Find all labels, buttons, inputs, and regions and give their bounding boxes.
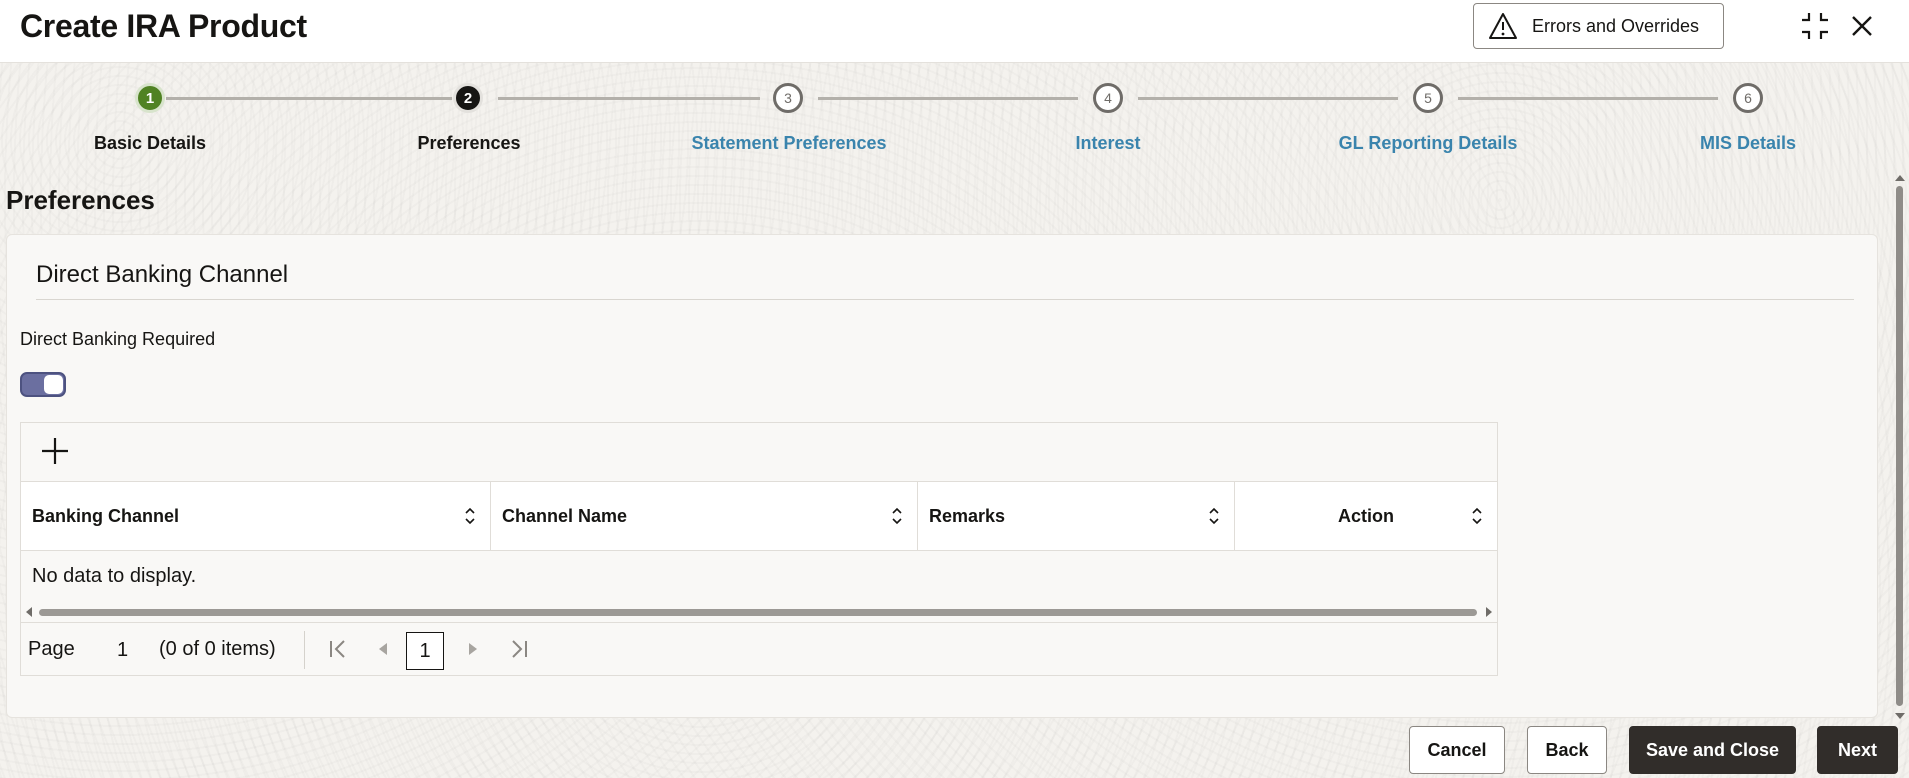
sort-icon <box>465 507 475 525</box>
add-row-button[interactable] <box>37 433 73 469</box>
train-connector <box>1458 97 1718 100</box>
column-header-label: Action <box>1338 505 1394 526</box>
column-header-remarks[interactable]: Remarks <box>918 482 1235 550</box>
items-count: (0 of 0 items) <box>159 638 276 660</box>
sort-icon <box>892 507 902 525</box>
page-label: Page <box>28 638 75 660</box>
current-page-button[interactable]: 1 <box>406 632 444 670</box>
column-header-banking-channel[interactable]: Banking Channel <box>21 482 491 550</box>
train-connector <box>1138 97 1398 100</box>
scroll-down-icon[interactable] <box>1895 712 1905 720</box>
sort-icon <box>1209 507 1219 525</box>
table-header: Banking Channel Channel Name Remarks Act… <box>21 481 1497 551</box>
column-header-channel-name[interactable]: Channel Name <box>491 482 918 550</box>
train-connector <box>166 97 452 100</box>
next-page-icon[interactable] <box>461 637 485 661</box>
toggle-knob <box>44 375 63 394</box>
next-button[interactable]: Next <box>1817 726 1898 774</box>
train-step-label-interest[interactable]: Interest <box>1075 133 1140 154</box>
errors-and-overrides-button[interactable]: Errors and Overrides <box>1473 3 1724 49</box>
warning-icon <box>1489 13 1517 39</box>
errors-button-label: Errors and Overrides <box>1532 15 1700 36</box>
cancel-button[interactable]: Cancel <box>1409 726 1505 774</box>
pager-divider <box>304 631 305 669</box>
close-icon[interactable] <box>1846 10 1878 42</box>
direct-banking-panel: Direct Banking Channel Direct Banking Re… <box>6 234 1878 718</box>
train-step-label-mis-details[interactable]: MIS Details <box>1700 133 1796 154</box>
empty-table-message: No data to display. <box>32 565 197 587</box>
column-header-label: Channel Name <box>502 505 628 526</box>
scrollbar-thumb[interactable] <box>1896 186 1903 706</box>
minimize-icon[interactable] <box>1799 10 1831 42</box>
save-and-close-button[interactable]: Save and Close <box>1629 726 1796 774</box>
scrollbar-thumb[interactable] <box>39 609 1477 616</box>
train-step-2[interactable]: 2 <box>453 83 483 113</box>
train-step-label-basic-details[interactable]: Basic Details <box>94 133 206 154</box>
train-step-4[interactable]: 4 <box>1093 83 1123 113</box>
scroll-right-icon[interactable] <box>1485 607 1493 617</box>
train-step-5[interactable]: 5 <box>1413 83 1443 113</box>
scroll-up-icon[interactable] <box>1895 174 1905 182</box>
column-header-action[interactable]: Action <box>1235 482 1497 550</box>
train-step-label-statement-preferences[interactable]: Statement Preferences <box>691 133 886 154</box>
horizontal-scrollbar[interactable] <box>25 605 1493 619</box>
scroll-left-icon[interactable] <box>25 607 33 617</box>
column-header-label: Banking Channel <box>32 505 180 526</box>
back-button[interactable]: Back <box>1527 726 1607 774</box>
first-page-icon[interactable] <box>326 637 350 661</box>
column-header-label: Remarks <box>929 505 1006 526</box>
train-step-1[interactable]: 1 <box>135 83 165 113</box>
plus-icon <box>42 438 68 464</box>
page-header: Create IRA Product Errors and Overrides <box>0 0 1909 63</box>
last-page-icon[interactable] <box>507 637 531 661</box>
train-step-label-gl-reporting-details[interactable]: GL Reporting Details <box>1339 133 1518 154</box>
divider <box>36 299 1854 300</box>
vertical-scrollbar[interactable] <box>1892 172 1906 720</box>
train-connector <box>498 97 760 100</box>
train-step-label-preferences[interactable]: Preferences <box>417 133 520 154</box>
train-step-3[interactable]: 3 <box>773 83 803 113</box>
sort-icon <box>1472 507 1482 525</box>
section-title: Preferences <box>6 185 155 215</box>
direct-banking-required-toggle[interactable] <box>20 372 66 397</box>
pagination-bar: Page 1 (0 of 0 items) 1 <box>21 622 1497 675</box>
page-number-input[interactable]: 1 <box>117 639 128 662</box>
previous-page-icon[interactable] <box>371 637 395 661</box>
page-title: Create IRA Product <box>20 8 307 44</box>
direct-banking-required-label: Direct Banking Required <box>20 329 216 349</box>
banking-channel-table: Banking Channel Channel Name Remarks Act… <box>20 422 1498 676</box>
train-connector <box>818 97 1078 100</box>
panel-heading: Direct Banking Channel <box>36 261 289 288</box>
train-step-6[interactable]: 6 <box>1733 83 1763 113</box>
